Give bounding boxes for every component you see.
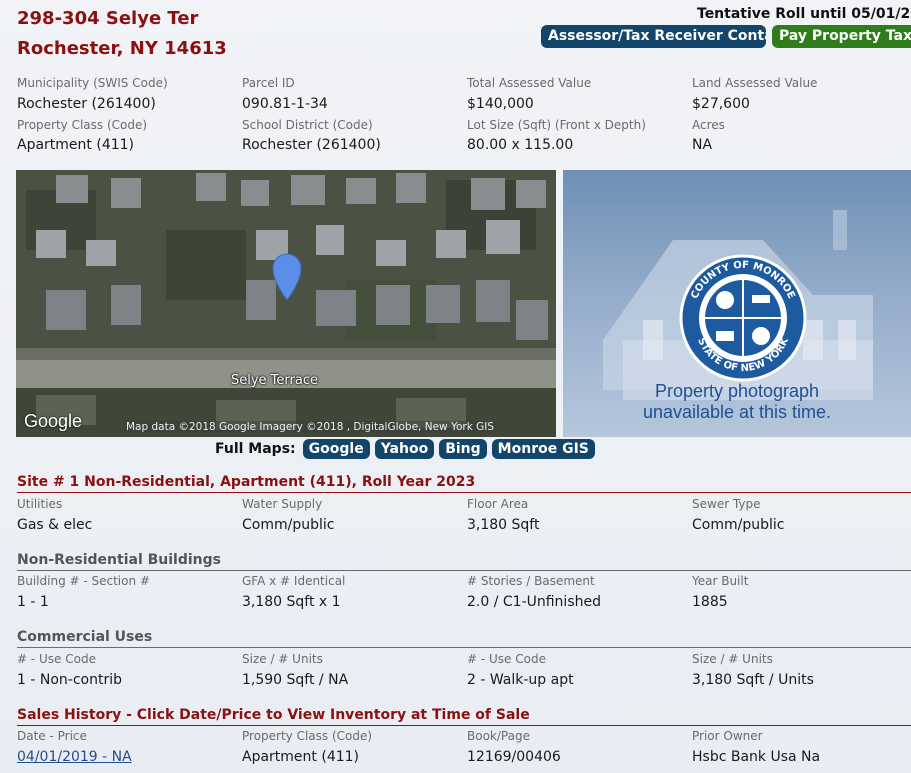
address-line-1: 298-304 Selye Ter (17, 8, 199, 29)
pay-property-taxes-button[interactable]: Pay Property Taxes (772, 25, 911, 48)
sale-date-price-link[interactable]: 04/01/2019 - NA (17, 749, 132, 765)
school-district-value: Rochester (261400) (242, 137, 381, 153)
use-code-2-value: 2 - Walk-up apt (467, 672, 574, 688)
land-assessed-value: $27,600 (692, 96, 750, 112)
property-class-label: Property Class (Code) (17, 118, 148, 132)
stories-basement-value: 2.0 / C1-Unfinished (467, 594, 601, 610)
street-label: Selye Terrace (231, 373, 318, 388)
date-price-label: Date - Price (17, 729, 87, 743)
lot-size-label: Lot Size (Sqft) (Front x Depth) (467, 118, 646, 132)
floor-area-value: 3,180 Sqft (467, 517, 540, 533)
sales-section-title: Sales History - Click Date/Price to View… (17, 707, 911, 726)
assessor-contact-button[interactable]: Assessor/Tax Receiver Contact (541, 25, 766, 48)
parcel-id-label: Parcel ID (242, 76, 295, 90)
book-page-label: Book/Page (467, 729, 530, 743)
size-units-2-value: 3,180 Sqft / Units (692, 672, 814, 688)
property-class-value: Apartment (411) (17, 137, 134, 153)
acres-label: Acres (692, 118, 725, 132)
property-photo-placeholder: COUNTY OF MONROE STATE OF NEW YORK Prope… (563, 170, 911, 437)
book-page-value: 12169/00406 (467, 749, 561, 765)
land-assessed-label: Land Assessed Value (692, 76, 818, 90)
water-supply-label: Water Supply (242, 497, 323, 511)
aerial-map-imagery (16, 170, 556, 437)
use-code-1-label: # - Use Code (17, 652, 96, 666)
utilities-value: Gas & elec (17, 517, 93, 533)
map-attribution: Map data ©2018 Google Imagery ©2018 , Di… (124, 421, 497, 433)
prior-owner-value: Hsbc Bank Usa Na (692, 749, 821, 765)
building-section-label: Building # - Section # (17, 574, 150, 588)
total-assessed-value: $140,000 (467, 96, 534, 112)
stories-basement-label: # Stories / Basement (467, 574, 595, 588)
commercial-section-title: Commercial Uses (17, 629, 911, 648)
gfa-value: 3,180 Sqft x 1 (242, 594, 341, 610)
full-map-google-button[interactable]: Google (302, 439, 370, 459)
use-code-1-value: 1 - Non-contrib (17, 672, 122, 688)
site-section-title: Site # 1 Non-Residential, Apartment (411… (17, 474, 911, 493)
sewer-type-value: Comm/public (692, 517, 785, 533)
sale-property-class-value: Apartment (411) (242, 749, 359, 765)
full-maps-label: Full Maps: (215, 441, 296, 457)
parcel-id-value: 090.81-1-34 (242, 96, 328, 112)
utilities-label: Utilities (17, 497, 63, 511)
floor-area-label: Floor Area (467, 497, 529, 511)
acres-value: NA (692, 137, 713, 153)
full-maps-bar: Full Maps: Google Yahoo Bing Monroe GIS (215, 438, 595, 460)
full-map-monroe-gis-button[interactable]: Monroe GIS (491, 439, 595, 459)
water-supply-value: Comm/public (242, 517, 335, 533)
full-map-yahoo-button[interactable]: Yahoo (374, 439, 435, 459)
address-line-2: Rochester, NY 14613 (17, 38, 227, 59)
tentative-roll-text: Tentative Roll until 05/01/2023 (697, 6, 911, 22)
size-units-1-value: 1,590 Sqft / NA (242, 672, 349, 688)
municipality-value: Rochester (261400) (17, 96, 156, 112)
gfa-label: GFA x # Identical (242, 574, 346, 588)
google-logo: Google (24, 411, 83, 431)
buildings-section-title: Non-Residential Buildings (17, 552, 911, 571)
year-built-value: 1885 (692, 594, 728, 610)
sewer-type-label: Sewer Type (692, 497, 761, 511)
use-code-2-label: # - Use Code (467, 652, 546, 666)
aerial-map[interactable]: Selye Terrace Google Map data ©2018 Goog… (16, 170, 556, 437)
prior-owner-label: Prior Owner (692, 729, 763, 743)
lot-size-value: 80.00 x 115.00 (467, 137, 574, 153)
building-section-value: 1 - 1 (17, 594, 49, 610)
photo-caption-line1: Property photograph (654, 381, 820, 401)
size-units-2-label: Size / # Units (692, 652, 773, 666)
sale-property-class-label: Property Class (Code) (242, 729, 373, 743)
size-units-1-label: Size / # Units (242, 652, 323, 666)
monroe-county-seal-icon: COUNTY OF MONROE STATE OF NEW YORK (679, 254, 807, 382)
year-built-label: Year Built (692, 574, 749, 588)
school-district-label: School District (Code) (242, 118, 373, 132)
photo-caption-line2: unavailable at this time. (642, 402, 832, 422)
total-assessed-label: Total Assessed Value (467, 76, 592, 90)
full-map-bing-button[interactable]: Bing (439, 439, 487, 459)
municipality-label: Municipality (SWIS Code) (17, 76, 168, 90)
